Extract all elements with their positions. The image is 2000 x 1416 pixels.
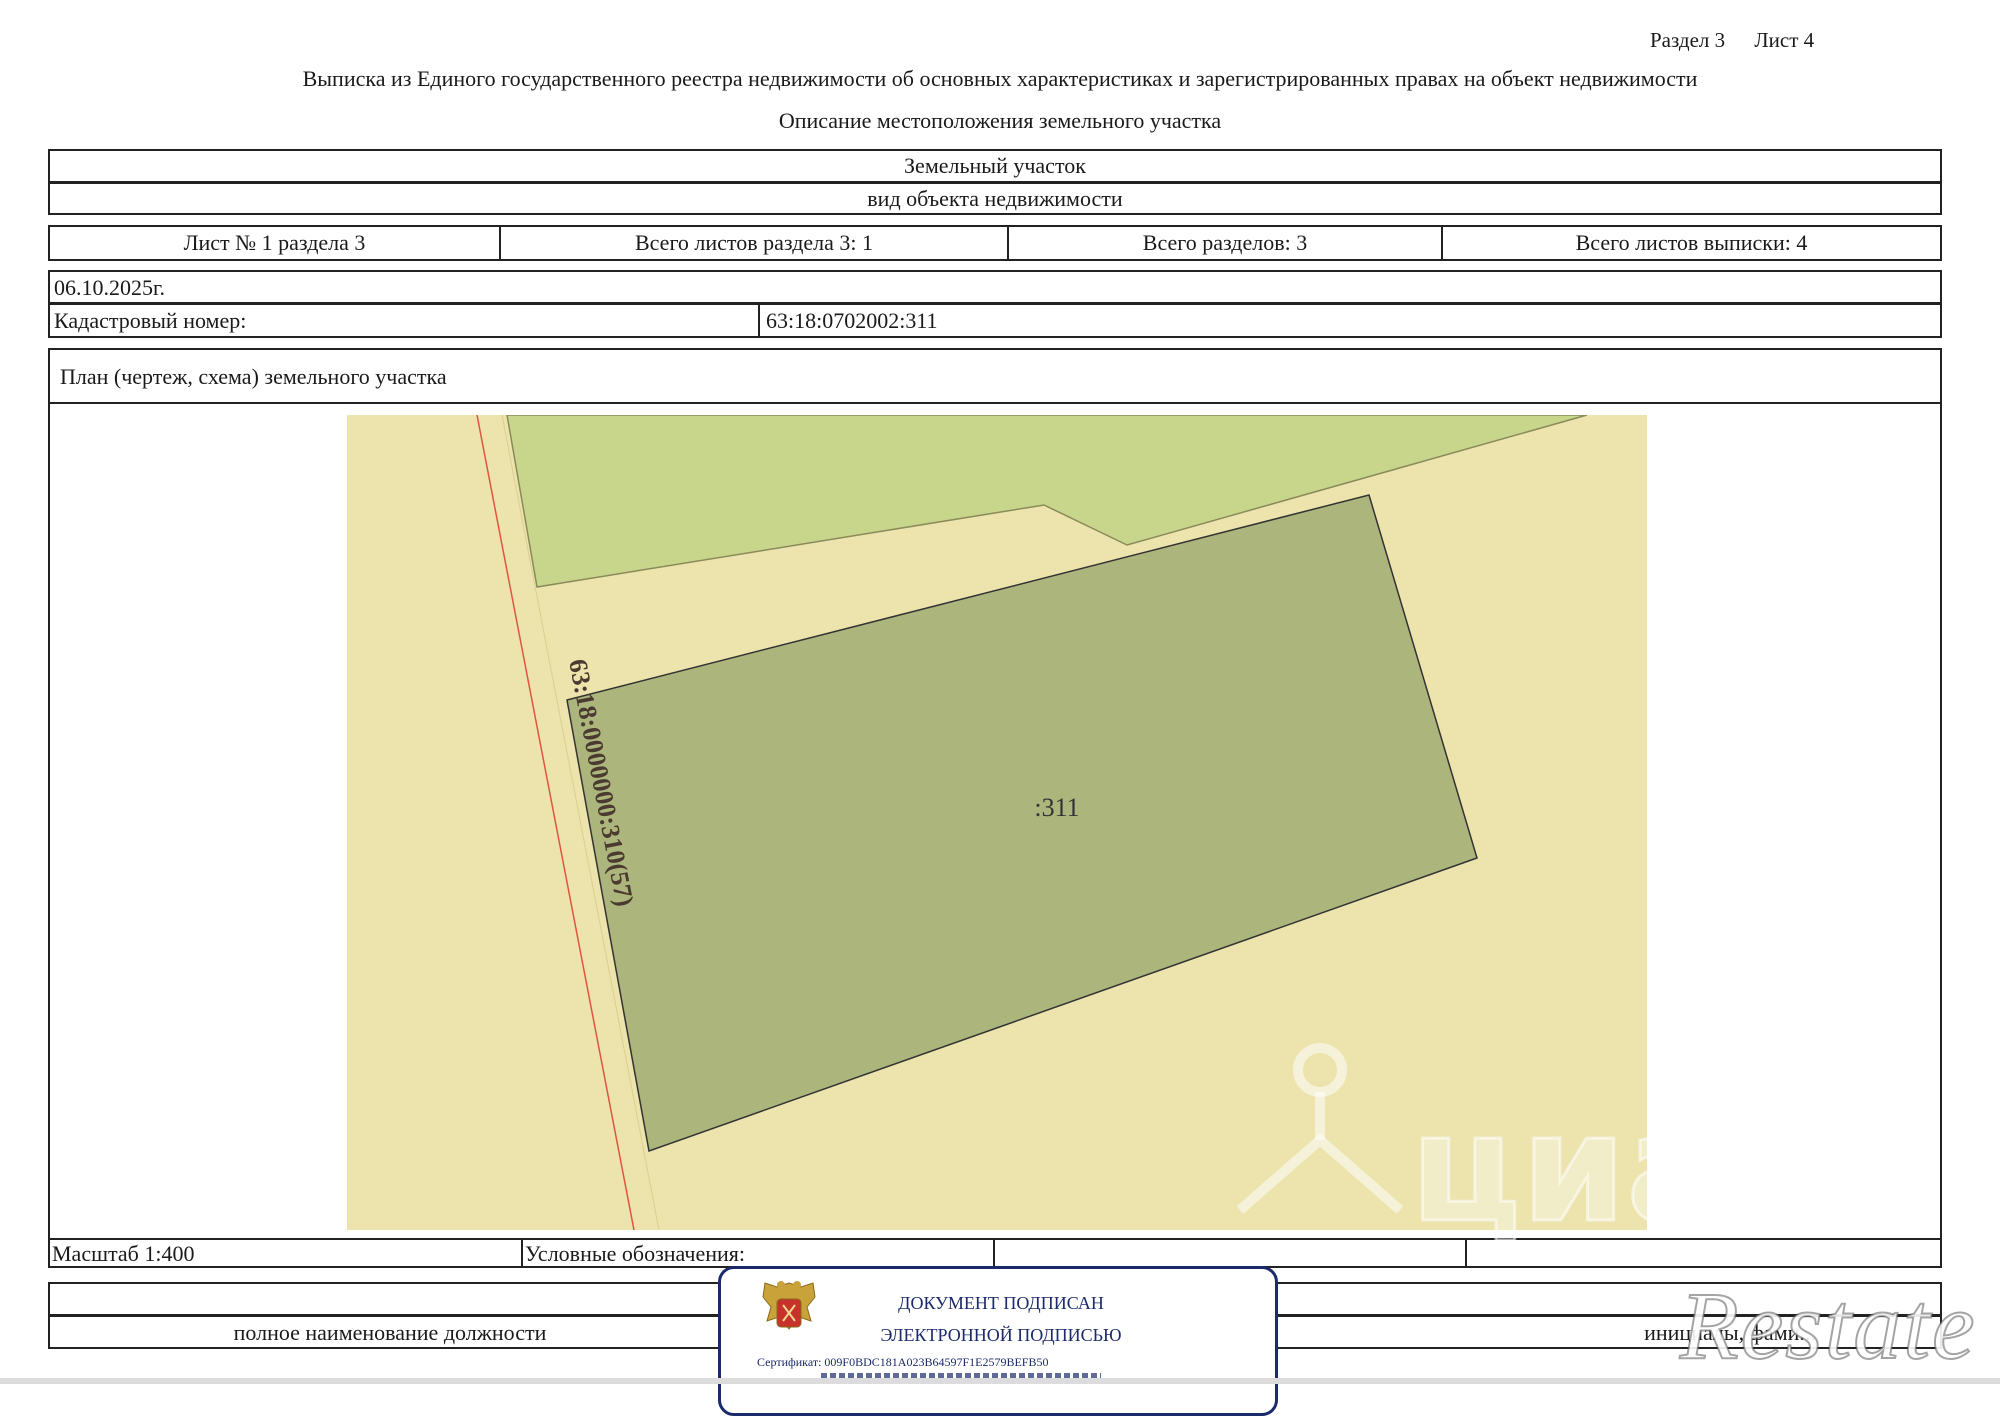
cian-watermark: циан — [1236, 1043, 1770, 1250]
total-sheets-extract-cell: Всего листов выписки: 4 — [1575, 230, 1808, 255]
total-sheets-section-cell: Всего листов раздела 3: 1 — [501, 227, 1009, 259]
page-number: Раздел 3 Лист 4 — [1650, 28, 1814, 53]
restate-watermark: Restate — [1679, 1271, 1977, 1380]
total-sections-cell: Всего разделов: 3 — [1009, 227, 1443, 259]
cadastral-number-value: 63:18:0702002:311 — [766, 308, 938, 333]
sheet-number: Лист 4 — [1754, 28, 1815, 52]
plan-heading: План (чертеж, схема) земельного участка — [48, 348, 1942, 404]
document-subtitle: Описание местоположения земельного участ… — [778, 108, 1222, 133]
object-kind-caption: вид объекта недвижимости — [48, 182, 1942, 215]
electronic-signature-stamp: ДОКУМЕНТ ПОДПИСАН ЭЛЕКТРОННОЙ ПОДПИСЬЮ С… — [718, 1266, 1278, 1416]
parcel-label: :311 — [1034, 793, 1079, 822]
document-title: Выписка из Единого государственного реес… — [302, 66, 1698, 91]
cadastral-number-label: Кадастровый номер: — [54, 308, 247, 333]
cadastral-number-row: Кадастровый номер: 63:18:0702002:311 — [48, 303, 1942, 338]
stamp-line-2: ЭЛЕКТРОННОЙ ПОДПИСЬЮ — [880, 1325, 1122, 1345]
page-bottom-edge — [0, 1378, 2000, 1384]
scale-cell: Масштаб 1:400 — [50, 1240, 523, 1266]
cadastral-divider — [758, 305, 760, 338]
object-name: Земельный участок — [48, 149, 1942, 183]
sheet-number-cell: Лист № 1 раздела 3 — [50, 227, 501, 259]
extract-date: 06.10.2025г. — [48, 270, 1942, 304]
legend-cell: Условные обозначения: — [523, 1240, 995, 1266]
sheets-info-row: Лист № 1 раздела 3 Всего листов раздела … — [48, 225, 1942, 261]
position-caption: полное наименование должности — [233, 1320, 547, 1345]
cian-watermark-text: циан — [1410, 1082, 1770, 1250]
stamp-line-1: ДОКУМЕНТ ПОДПИСАН — [898, 1293, 1104, 1313]
stamp-certificate: Сертификат: 009F0BDC181A023B64597F1E2579… — [757, 1355, 1049, 1369]
section-number: Раздел 3 — [1650, 28, 1726, 52]
